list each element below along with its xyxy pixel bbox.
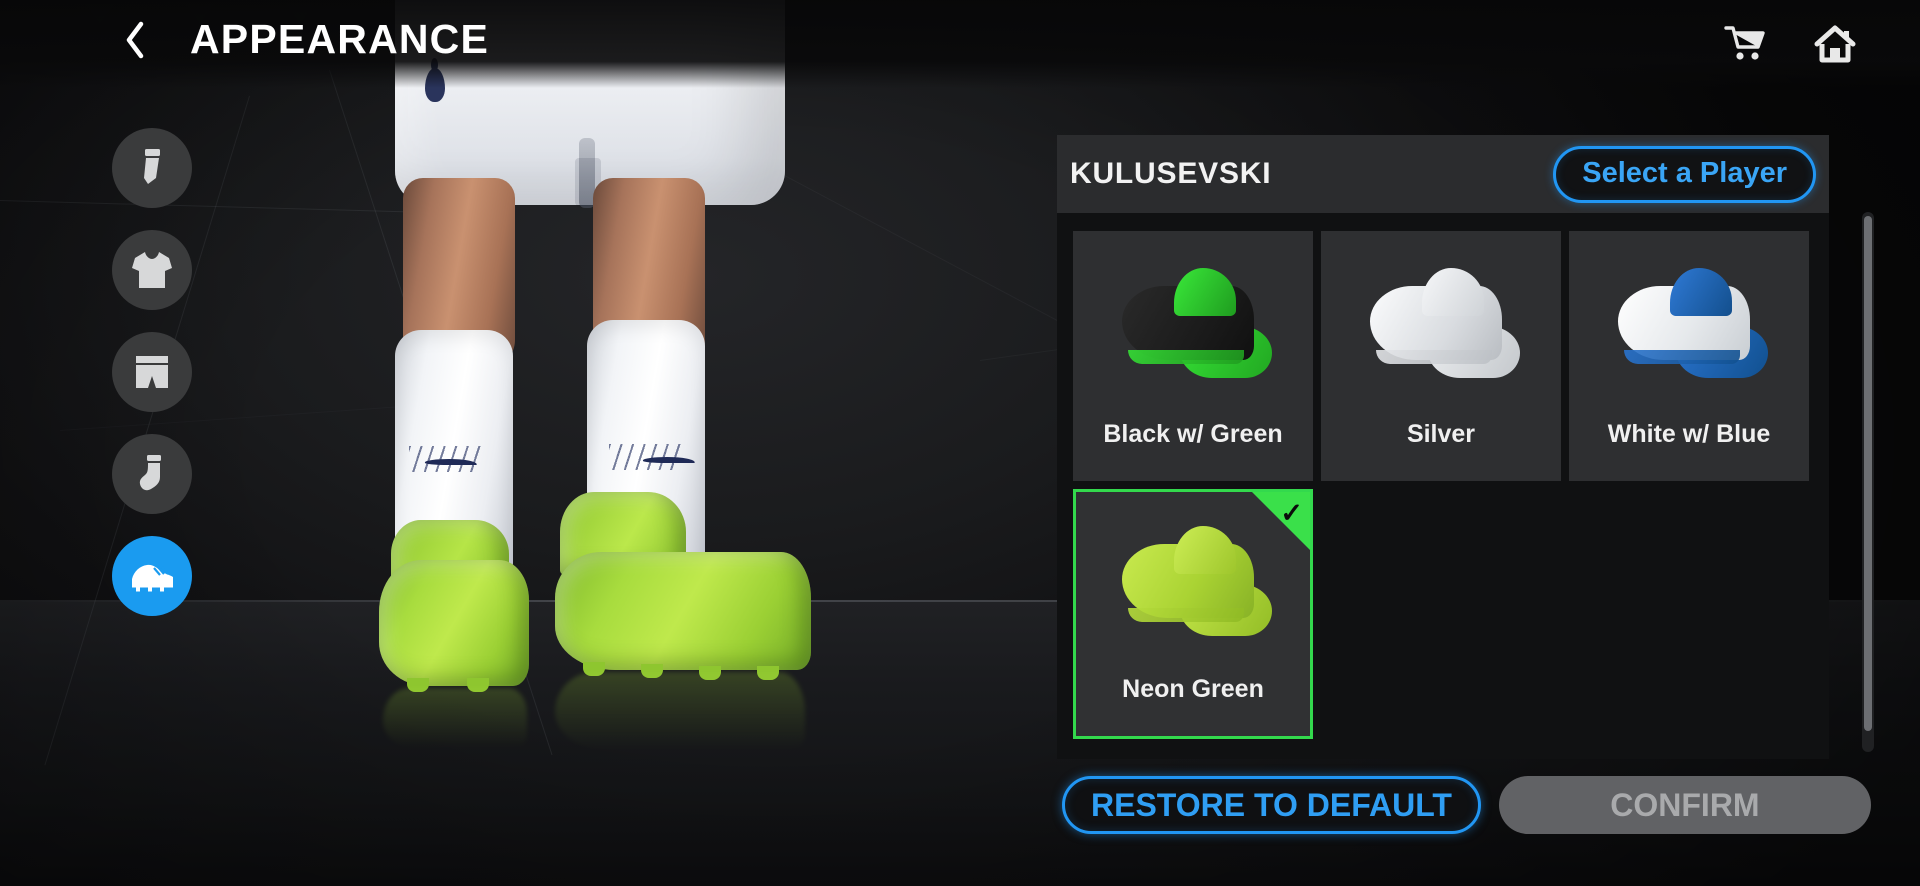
boot-art-collar [1670, 268, 1732, 316]
boot-option-label: White w/ Blue [1607, 420, 1771, 448]
player-model [355, 0, 915, 820]
boot-option-label: Black w/ Green [1103, 420, 1283, 448]
action-buttons: RESTORE TO DEFAULT CONFIRM [1062, 776, 1871, 834]
vertical-scrollbar-track[interactable] [1862, 212, 1874, 752]
home-icon[interactable] [1812, 22, 1858, 66]
page-title: APPEARANCE [190, 16, 490, 62]
boot-options-grid: Black w/ Green Silver White w/ Blue ✓ Ne… [1073, 231, 1815, 739]
player-boot-right [555, 552, 811, 670]
sidebar-item-shirt[interactable] [112, 230, 192, 310]
boot-art-sole [1128, 608, 1244, 622]
boot-art-sole [1128, 350, 1244, 364]
boot-option-card[interactable]: White w/ Blue [1569, 231, 1809, 481]
header-right-group [1722, 22, 1858, 66]
boot-option-card-selected[interactable]: ✓ Neon Green [1073, 489, 1313, 739]
appearance-screen: APPEARANCE KULUSEVSKI Select a Player Bl… [0, 0, 1920, 886]
boot-option-card[interactable]: Black w/ Green [1073, 231, 1313, 481]
sidebar-item-socks[interactable] [112, 434, 192, 514]
nike-swoosh-icon [425, 452, 479, 468]
player-name: KULUSEVSKI [1070, 157, 1272, 190]
select-a-player-button[interactable]: Select a Player [1553, 145, 1816, 203]
boot-thumbnail [1321, 231, 1561, 420]
boot-option-label: Neon Green [1122, 675, 1264, 703]
sidebar-item-sleeve[interactable] [112, 128, 192, 208]
boot-option-card[interactable]: Silver [1321, 231, 1561, 481]
boot-option-label: Silver [1406, 420, 1476, 448]
boot-reflection [383, 688, 527, 748]
header-left-group: APPEARANCE [122, 16, 489, 63]
nike-swoosh-icon [643, 450, 697, 466]
back-button[interactable] [122, 18, 148, 62]
restore-to-default-button[interactable]: RESTORE TO DEFAULT [1062, 776, 1481, 834]
boot-thumbnail [1073, 231, 1313, 420]
sidebar-item-shorts[interactable] [112, 332, 192, 412]
boot-art-collar [1422, 268, 1484, 316]
boot-thumbnail [1569, 231, 1809, 420]
panel-header: KULUSEVSKI Select a Player [1057, 135, 1829, 213]
player-boot-left [379, 560, 529, 686]
boot-art-collar [1174, 526, 1236, 574]
confirm-button[interactable]: CONFIRM [1498, 776, 1871, 834]
category-sidebar [112, 128, 192, 616]
items-scroll-area[interactable]: Black w/ Green Silver White w/ Blue ✓ Ne… [1057, 213, 1829, 759]
top-header: APPEARANCE [0, 0, 1920, 88]
shopping-cart-icon[interactable] [1722, 22, 1768, 66]
check-icon: ✓ [1280, 498, 1303, 528]
boot-art-sole [1376, 350, 1492, 364]
vertical-scrollbar-thumb[interactable] [1864, 216, 1872, 731]
boot-art-sole [1624, 350, 1740, 364]
boot-art-collar [1174, 268, 1236, 316]
sidebar-item-boots[interactable] [112, 536, 192, 616]
customization-panel: KULUSEVSKI Select a Player Black w/ Gree… [1057, 135, 1829, 759]
boot-reflection [555, 672, 805, 750]
